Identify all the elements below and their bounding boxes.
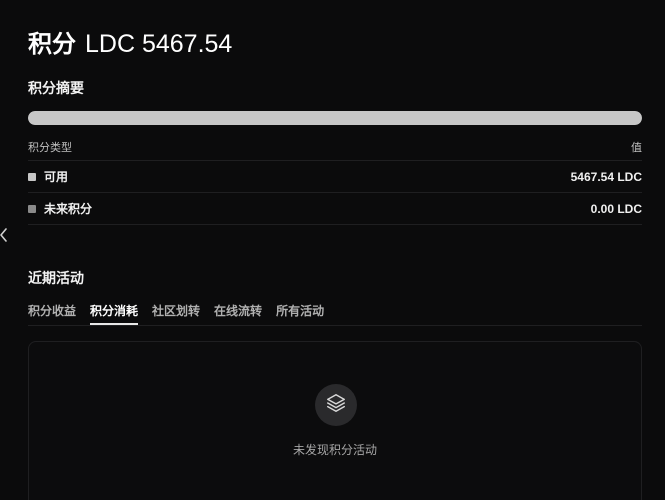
summary-heading: 积分摘要 — [28, 81, 84, 97]
available-swatch-icon — [28, 172, 36, 181]
activity-heading: 近期活动 — [28, 271, 84, 287]
empty-state-icon-badge — [315, 384, 357, 426]
tab-community-transfer[interactable]: 社区划转 — [152, 300, 200, 325]
future-swatch-icon — [28, 204, 36, 213]
tab-online-flow[interactable]: 在线流转 — [214, 300, 262, 325]
activity-empty-state: 未发现积分活动 — [28, 341, 642, 500]
tab-points-spent[interactable]: 积分消耗 — [90, 300, 139, 325]
row-value: 5467.54 LDC — [570, 169, 642, 184]
points-balance: LDC 5467.54 — [85, 30, 233, 58]
points-progress-bar — [28, 111, 642, 125]
row-label: 未来积分 — [44, 202, 93, 216]
row-label-group: 未来积分 — [28, 200, 92, 217]
layers-icon — [325, 392, 347, 418]
tab-points-earned[interactable]: 积分收益 — [28, 300, 76, 325]
row-value: 0.00 LDC — [590, 201, 642, 216]
chevron-left-icon[interactable] — [0, 227, 10, 243]
page-title-label: 积分 — [28, 30, 76, 58]
points-progress-fill — [28, 111, 642, 125]
empty-state-text: 未发现积分活动 — [292, 443, 377, 457]
table-header: 积分类型 值 — [28, 134, 642, 161]
row-label-group: 可用 — [28, 168, 68, 185]
tab-all-activity[interactable]: 所有活动 — [276, 300, 324, 325]
table-row: 可用 5467.54 LDC — [28, 161, 642, 193]
page-title: 积分 LDC 5467.54 — [28, 24, 232, 59]
points-page: 积分 LDC 5467.54 积分摘要 积分类型 值 可用 5467.54 LD… — [0, 0, 665, 500]
table-row: 未来积分 0.00 LDC — [28, 193, 642, 225]
tabs-divider — [28, 325, 642, 326]
column-header-value: 值 — [631, 141, 642, 154]
column-header-type: 积分类型 — [28, 141, 72, 154]
activity-tabs: 积分收益 积分消耗 社区划转 在线流转 所有活动 — [28, 300, 324, 326]
points-summary-table: 积分类型 值 可用 5467.54 LDC 未来积分 0.00 LDC — [28, 134, 642, 225]
row-label: 可用 — [44, 170, 69, 184]
